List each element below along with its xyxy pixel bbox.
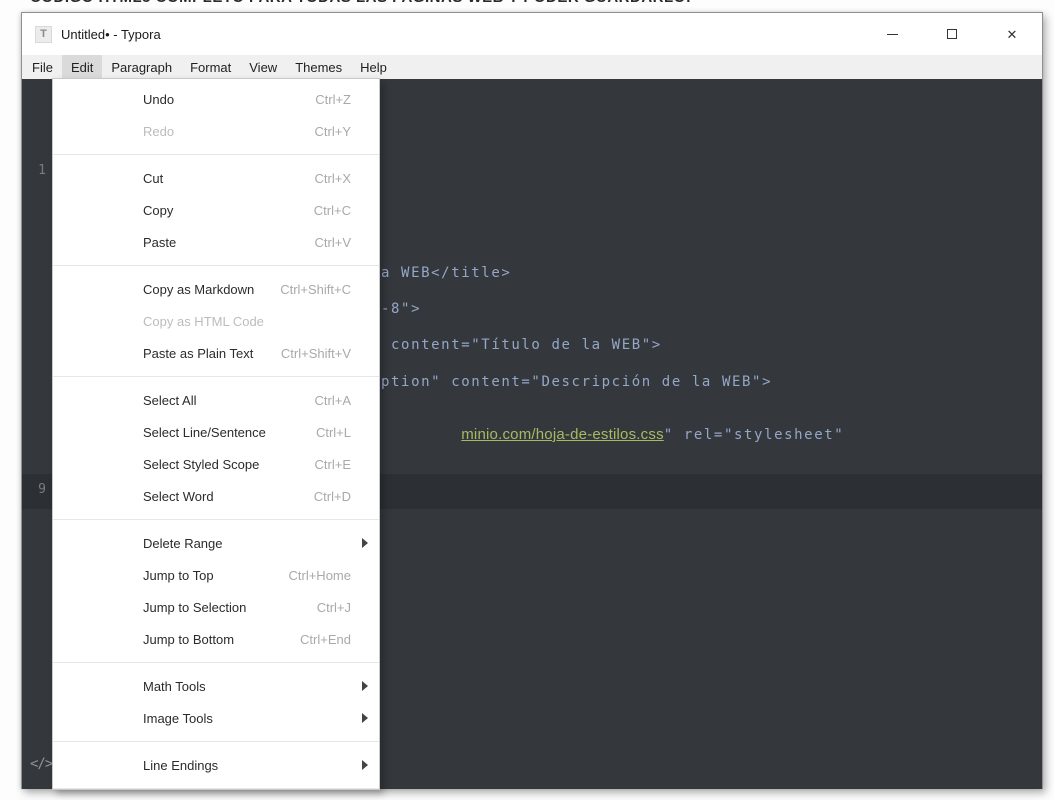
close-button[interactable]: ✕: [982, 13, 1042, 55]
window-title: Untitled• - Typora: [61, 26, 161, 42]
menu-separator: [53, 741, 379, 742]
menu-item-delete-range[interactable]: Delete Range: [53, 527, 379, 559]
line-number-9: 9: [38, 482, 46, 497]
menu-item-copy-as-markdown[interactable]: Copy as Markdown Ctrl+Shift+C: [53, 273, 379, 305]
menu-item-image-tools[interactable]: Image Tools: [53, 702, 379, 734]
line-number-1: 1: [38, 163, 46, 178]
code-line-meta-title: content="Título de la WEB">: [381, 337, 662, 353]
menu-item-cut[interactable]: Cut Ctrl+X: [53, 162, 379, 194]
menu-item-copy-as-html-code[interactable]: Copy as HTML Code: [53, 305, 379, 337]
code-line-stylesheet: minio.com/hoja-de-estilos.css" rel="styl…: [381, 410, 844, 459]
menu-separator: [53, 376, 379, 377]
submenu-arrow-icon: [362, 760, 368, 770]
code-line-title: a WEB</title>: [381, 265, 512, 281]
menu-item-select-all[interactable]: Select All Ctrl+A: [53, 384, 379, 416]
typora-app-icon: T: [35, 25, 52, 43]
menu-item-select-styled-scope[interactable]: Select Styled Scope Ctrl+E: [53, 448, 379, 480]
menu-item-select-word[interactable]: Select Word Ctrl+D: [53, 480, 379, 512]
menu-separator: [53, 519, 379, 520]
menubar-item-view[interactable]: View: [240, 55, 286, 79]
code-line-meta-description: ption" content="Descripción de la WEB">: [381, 374, 773, 390]
menu-item-jump-to-top[interactable]: Jump to Top Ctrl+Home: [53, 559, 379, 591]
menu-item-jump-to-selection[interactable]: Jump to Selection Ctrl+J: [53, 591, 379, 623]
menu-item-paste-as-plain-text[interactable]: Paste as Plain Text Ctrl+Shift+V: [53, 337, 379, 369]
submenu-arrow-icon: [362, 538, 368, 548]
menubar-item-format[interactable]: Format: [181, 55, 240, 79]
menu-item-paste[interactable]: Paste Ctrl+V: [53, 226, 379, 258]
menu-item-copy[interactable]: Copy Ctrl+C: [53, 194, 379, 226]
submenu-arrow-icon: [362, 681, 368, 691]
menu-separator: [53, 265, 379, 266]
menubar-item-paragraph[interactable]: Paragraph: [102, 55, 181, 79]
menu-item-line-endings[interactable]: Line Endings: [53, 749, 379, 781]
close-icon: ✕: [1006, 26, 1018, 42]
menubar-item-edit[interactable]: Edit: [61, 55, 103, 79]
titlebar[interactable]: T Untitled• - Typora ✕: [22, 13, 1042, 55]
menu-separator: [53, 154, 379, 155]
menubar: File Edit Paragraph Format View Themes H…: [22, 55, 1042, 79]
menu-item-math-tools[interactable]: Math Tools: [53, 670, 379, 702]
minimize-button[interactable]: [862, 13, 922, 55]
maximize-icon: [947, 29, 957, 39]
minimize-icon: [886, 33, 898, 35]
stylesheet-url-link[interactable]: minio.com/hoja-de-estilos.css: [461, 426, 664, 443]
code-line-charset: -8">: [381, 301, 422, 317]
screen: CODIGO HTML5 COMPLETO PARA TODAS LAS PAG…: [0, 0, 1054, 800]
menu-item-jump-to-bottom[interactable]: Jump to Bottom Ctrl+End: [53, 623, 379, 655]
clipped-background-text-content: CODIGO HTML5 COMPLETO PARA TODAS LAS PAG…: [30, 0, 725, 6]
menubar-item-themes[interactable]: Themes: [286, 55, 351, 79]
edit-dropdown-menu: Undo Ctrl+Z Redo Ctrl+Y Cut Ctrl+X Copy …: [52, 78, 380, 790]
menu-separator: [53, 662, 379, 663]
clipped-background-text: CODIGO HTML5 COMPLETO PARA TODAS LAS PAG…: [30, 0, 725, 8]
menu-item-redo[interactable]: Redo Ctrl+Y: [53, 115, 379, 147]
menu-separator: [53, 788, 379, 789]
submenu-arrow-icon: [362, 713, 368, 723]
maximize-button[interactable]: [922, 13, 982, 55]
source-code-icon: </>: [30, 756, 53, 772]
menubar-item-help[interactable]: Help: [351, 55, 396, 79]
window-controls: ✕: [862, 13, 1042, 55]
menu-item-select-line-sentence[interactable]: Select Line/Sentence Ctrl+L: [53, 416, 379, 448]
menubar-item-file[interactable]: File: [23, 55, 62, 79]
menu-item-undo[interactable]: Undo Ctrl+Z: [53, 83, 379, 115]
stylesheet-rel-attr: " rel="stylesheet": [663, 427, 845, 443]
